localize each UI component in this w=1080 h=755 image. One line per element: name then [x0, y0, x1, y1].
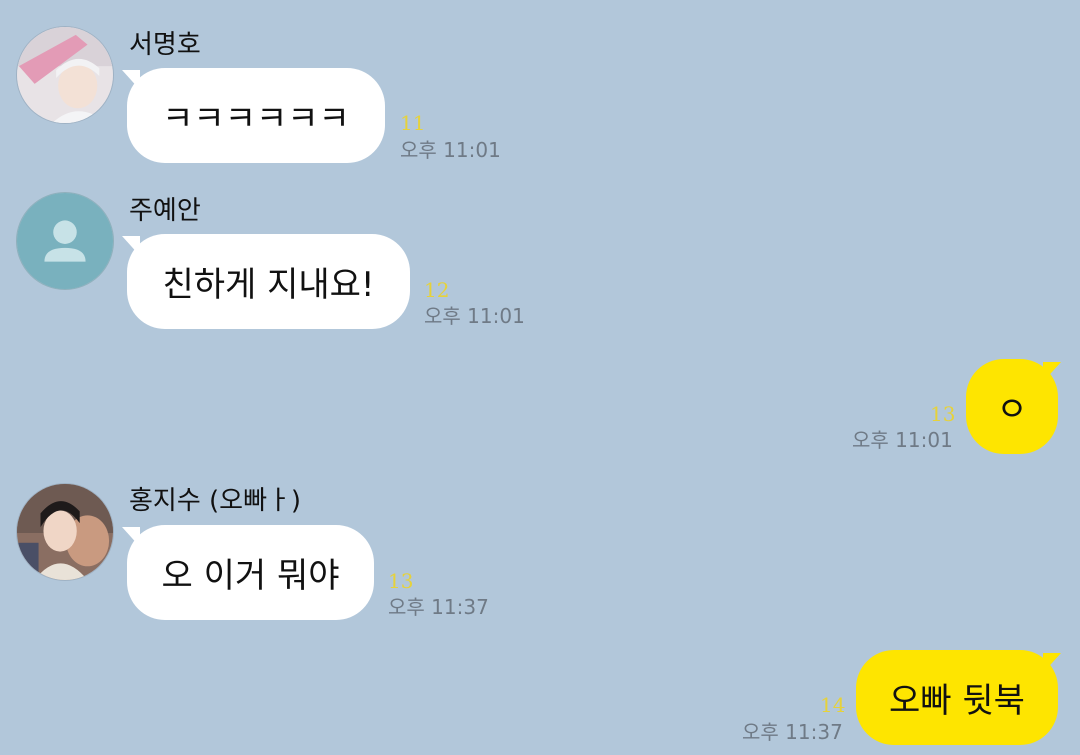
avatar[interactable] — [16, 26, 114, 124]
message-bubble[interactable]: ㅇ — [966, 359, 1058, 454]
message-bubble[interactable]: 친하게 지내요! — [127, 234, 410, 329]
unread-count: 13 — [930, 402, 956, 426]
message-timestamp: 오후 11:37 — [388, 595, 489, 619]
unread-count: 14 — [820, 693, 846, 717]
message-timestamp: 오후 11:37 — [742, 720, 843, 744]
unread-count: 11 — [400, 111, 426, 135]
message-timestamp: 오후 11:01 — [400, 138, 501, 162]
profile-photo-icon — [17, 27, 113, 123]
avatar[interactable] — [16, 483, 114, 581]
unread-count: 13 — [388, 569, 414, 593]
avatar[interactable] — [16, 192, 114, 290]
unread-count: 12 — [424, 278, 450, 302]
message-timestamp: 오후 11:01 — [852, 428, 953, 452]
message-bubble[interactable]: 오빠 뒷북 — [856, 650, 1058, 745]
sender-name: 홍지수 (오빠ㅏ) — [129, 486, 302, 516]
profile-photo-icon — [17, 484, 113, 580]
chat-message-list[interactable]: 서명호 ㅋㅋㅋㅋㅋㅋ 11 오후 11:01 주예안 친하게 지내요! 12 오… — [0, 0, 1080, 755]
message-bubble[interactable]: ㅋㅋㅋㅋㅋㅋ — [127, 68, 385, 163]
default-person-icon — [17, 193, 113, 289]
sender-name: 주예안 — [129, 196, 201, 226]
message-bubble[interactable]: 오 이거 뭐야 — [127, 525, 374, 620]
message-timestamp: 오후 11:01 — [424, 304, 525, 328]
sender-name: 서명호 — [129, 30, 201, 60]
